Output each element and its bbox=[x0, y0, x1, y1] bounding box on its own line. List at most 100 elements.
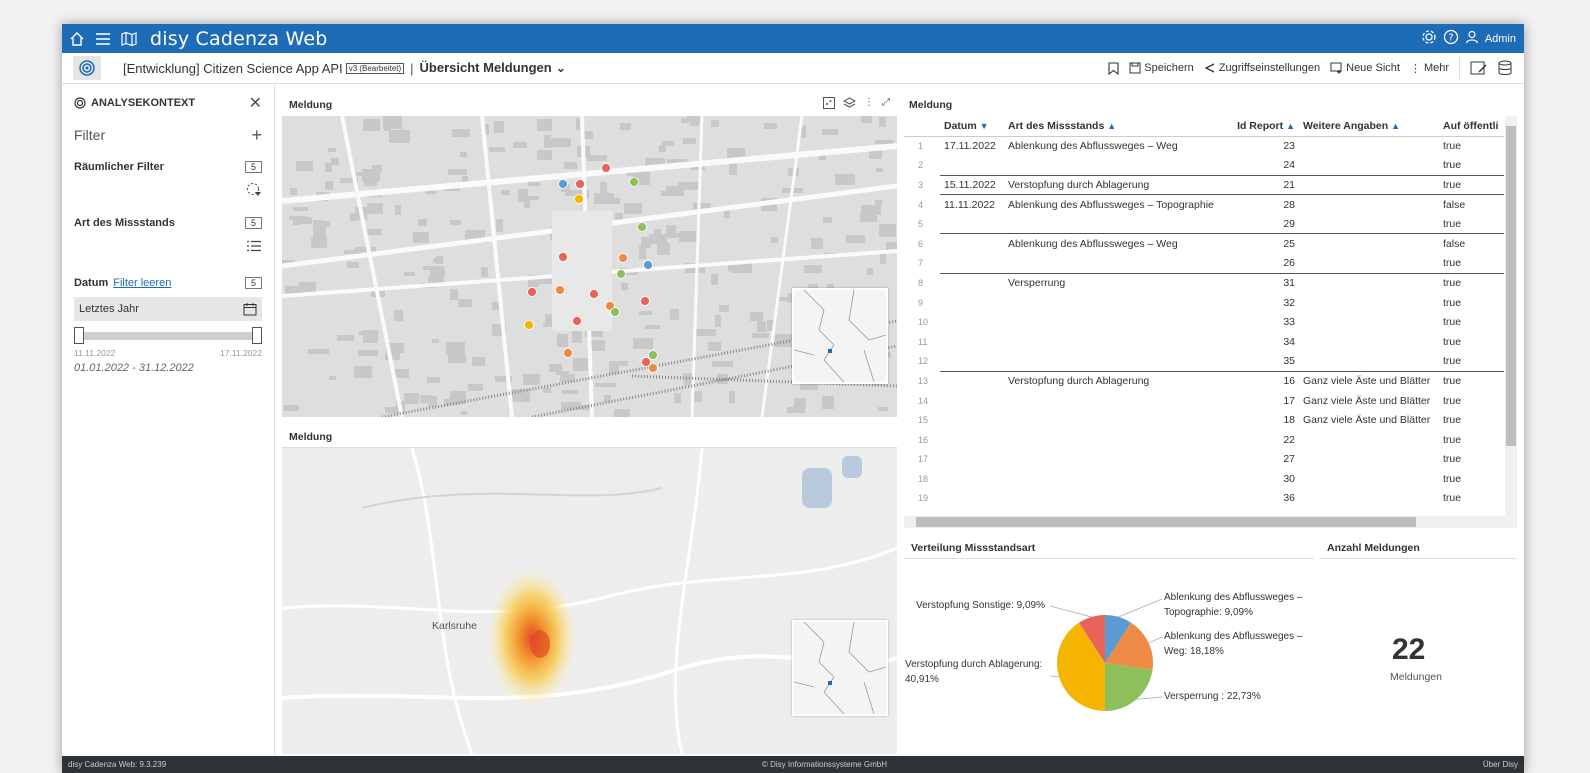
cell-type bbox=[1004, 489, 1221, 509]
analysis-context-toggle[interactable] bbox=[73, 56, 101, 80]
date-range-slider[interactable] bbox=[74, 327, 262, 345]
scrollbar-thumb[interactable] bbox=[1506, 126, 1516, 446]
map-canvas[interactable] bbox=[282, 116, 897, 417]
column-header-date[interactable]: Datum ▼ bbox=[940, 116, 1004, 137]
map-point[interactable] bbox=[563, 348, 573, 358]
slider-handle-max[interactable] bbox=[252, 327, 262, 344]
table-body[interactable]: Datum ▼ Art des Missstands ▲ Id Report ▲… bbox=[904, 116, 1504, 516]
bookmark-button[interactable] bbox=[1108, 61, 1119, 75]
view-selector[interactable]: Übersicht Meldungen ⌄ bbox=[420, 60, 567, 76]
more-button[interactable]: ⋮ Mehr bbox=[1410, 62, 1449, 75]
table-row[interactable]: 2 24 true bbox=[904, 156, 1504, 176]
close-icon[interactable]: ✕ bbox=[249, 93, 262, 113]
map-point[interactable] bbox=[637, 222, 647, 232]
map-canvas[interactable]: Karlsruhe bbox=[282, 448, 897, 754]
database-button[interactable] bbox=[1498, 60, 1512, 76]
column-header-details[interactable]: Weitere Angaben ▲ bbox=[1299, 116, 1439, 137]
layers-icon[interactable] bbox=[842, 97, 857, 113]
zoom-to-data-icon[interactable] bbox=[823, 97, 835, 113]
table-row[interactable]: 19 36 true bbox=[904, 489, 1504, 509]
table-row[interactable]: 11 34 true bbox=[904, 332, 1504, 352]
project-name[interactable]: [Entwicklung] Citizen Science App API bbox=[123, 61, 343, 76]
table-row[interactable]: 13 Verstopfung durch Ablagerung 16 Ganz vie… bbox=[904, 370, 1504, 391]
scrollbar-thumb[interactable] bbox=[916, 517, 1416, 527]
menu-icon[interactable] bbox=[92, 24, 114, 53]
map-point[interactable] bbox=[640, 296, 650, 306]
table-row[interactable]: 1 17.11.2022 Ablenkung des Abflussweges – … bbox=[904, 135, 1504, 156]
cell-type bbox=[1004, 293, 1221, 313]
list-icon[interactable] bbox=[246, 240, 262, 252]
map-point[interactable] bbox=[575, 179, 585, 189]
map-point[interactable] bbox=[572, 316, 582, 326]
map-point[interactable] bbox=[648, 350, 658, 360]
map-icon[interactable] bbox=[118, 24, 140, 53]
type-filter-field[interactable] bbox=[74, 235, 262, 257]
table-row[interactable]: 17 27 true bbox=[904, 450, 1504, 470]
column-header-public[interactable]: Auf öffentli bbox=[1439, 116, 1504, 137]
calendar-icon[interactable] bbox=[243, 302, 257, 316]
map-point[interactable] bbox=[629, 177, 639, 187]
map-point[interactable] bbox=[527, 287, 537, 297]
map-point[interactable] bbox=[616, 269, 626, 279]
table-row[interactable]: 9 32 true bbox=[904, 293, 1504, 313]
save-button[interactable]: Speichern bbox=[1129, 62, 1194, 74]
overview-minimap[interactable] bbox=[792, 620, 888, 716]
table-row[interactable]: 18 30 true bbox=[904, 469, 1504, 489]
table-row[interactable]: 6 Ablenkung des Abflussweges – Weg 25 false bbox=[904, 233, 1504, 254]
table-row[interactable]: 5 29 true bbox=[904, 214, 1504, 234]
sort-asc-icon[interactable]: ▲ bbox=[1391, 121, 1400, 131]
map-point[interactable] bbox=[643, 260, 653, 270]
horizontal-scrollbar[interactable] bbox=[904, 516, 1517, 528]
vertical-scrollbar[interactable] bbox=[1505, 116, 1517, 516]
map-point[interactable] bbox=[574, 194, 584, 204]
table-row[interactable]: 15 18 Ganz viele Äste und Blätter true bbox=[904, 410, 1504, 430]
map-point[interactable] bbox=[589, 289, 599, 299]
svg-text:?: ? bbox=[1448, 33, 1453, 44]
home-icon[interactable] bbox=[66, 24, 88, 53]
pie-label-weg-line-2: Weg: 18,18% bbox=[1164, 646, 1224, 657]
map-point[interactable] bbox=[558, 179, 568, 189]
about-link[interactable]: Über Disy bbox=[1483, 760, 1518, 769]
user-name[interactable]: Admin bbox=[1485, 33, 1516, 45]
user-icon[interactable] bbox=[1465, 30, 1479, 47]
table-row[interactable]: 16 22 true bbox=[904, 430, 1504, 450]
date-filter-input[interactable]: Letztes Jahr bbox=[74, 297, 262, 321]
map-point[interactable] bbox=[610, 307, 620, 317]
map-point[interactable] bbox=[648, 363, 658, 373]
map-point[interactable] bbox=[524, 320, 534, 330]
sort-desc-icon[interactable]: ▼ bbox=[980, 121, 989, 131]
table-row[interactable]: 3 15.11.2022 Verstopfung durch Ablagerung 2… bbox=[904, 174, 1504, 195]
table-row[interactable]: 14 17 Ganz viele Äste und Blätter true bbox=[904, 391, 1504, 411]
map-point[interactable] bbox=[618, 253, 628, 263]
sort-asc-icon[interactable]: ▲ bbox=[1286, 121, 1295, 131]
column-header-type[interactable]: Art des Missstands ▲ bbox=[1004, 116, 1221, 137]
column-header-id[interactable]: Id Report ▲ bbox=[1221, 116, 1299, 137]
edit-layout-button[interactable] bbox=[1470, 60, 1488, 76]
map-point[interactable] bbox=[558, 252, 568, 262]
date-range-text: 01.01.2022 - 31.12.2022 bbox=[74, 362, 194, 374]
map-point[interactable] bbox=[555, 285, 565, 295]
sort-asc-icon[interactable]: ▲ bbox=[1107, 121, 1116, 131]
table-row[interactable]: 10 33 true bbox=[904, 312, 1504, 332]
more-vertical-icon[interactable]: ⋮ bbox=[864, 97, 874, 113]
clear-filter-link[interactable]: Filter leeren bbox=[113, 277, 171, 289]
overview-minimap[interactable] bbox=[792, 288, 888, 384]
cell-type: Versperrung bbox=[1004, 272, 1221, 293]
new-view-button[interactable]: Neue Sicht bbox=[1330, 62, 1400, 74]
access-settings-button[interactable]: Zugriffseinstellungen bbox=[1204, 62, 1320, 74]
map-point[interactable] bbox=[601, 163, 611, 173]
kpi-value: 22 bbox=[1392, 633, 1426, 666]
table-row[interactable]: 8 Versperrung 31 true bbox=[904, 272, 1504, 293]
cell-public: true bbox=[1443, 296, 1462, 309]
pie-slice[interactable] bbox=[1105, 663, 1153, 711]
add-filter-icon[interactable]: + bbox=[251, 125, 262, 146]
table-row[interactable]: 7 26 true bbox=[904, 254, 1504, 274]
spatial-filter-field[interactable] bbox=[74, 179, 262, 201]
slider-handle-min[interactable] bbox=[74, 327, 84, 344]
spatial-select-icon[interactable] bbox=[246, 182, 262, 198]
help-icon[interactable]: ? bbox=[1443, 29, 1459, 48]
settings-icon[interactable] bbox=[1421, 29, 1437, 48]
table-row[interactable]: 4 11.11.2022 Ablenkung des Abflussweges – … bbox=[904, 194, 1504, 215]
expand-icon[interactable]: ⤢ bbox=[882, 97, 890, 113]
table-row[interactable]: 12 35 true bbox=[904, 352, 1504, 372]
